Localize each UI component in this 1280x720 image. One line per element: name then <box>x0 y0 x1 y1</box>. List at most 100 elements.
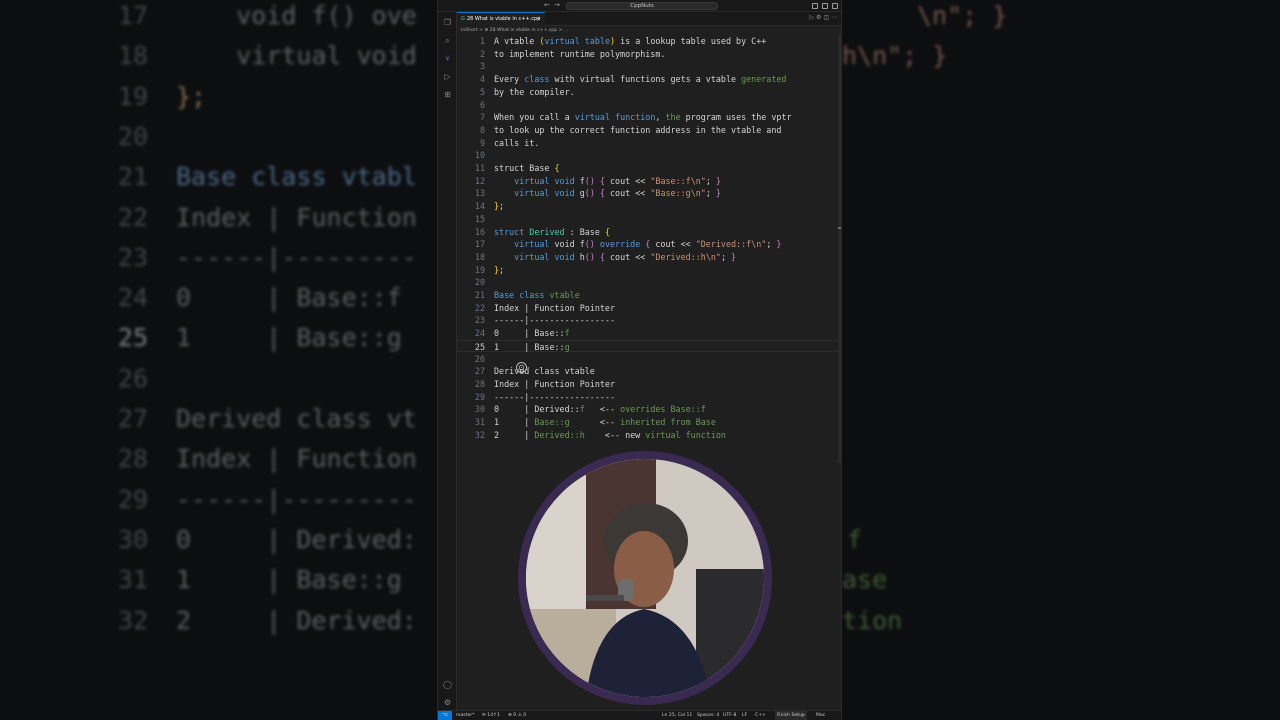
tab-vtable-cpp[interactable]: G 28 What is vtable in c++.cpp × <box>457 12 545 26</box>
code-token: Base <box>494 290 520 300</box>
finish-setup-button[interactable]: Finish Setup <box>775 711 807 720</box>
account-icon[interactable]: ◯ <box>443 680 452 689</box>
background-code-text: Index | Function <box>176 444 417 474</box>
branch-status[interactable]: master* <box>456 711 475 720</box>
more-actions-icon[interactable]: ⋯ <box>831 14 839 21</box>
code-token: , <box>655 112 666 123</box>
code-line[interactable]: 9 calls it. <box>457 137 841 150</box>
eol-status[interactable]: LF <box>742 711 747 720</box>
code-line[interactable]: 17 virtual void f() override { cout << "… <box>457 238 841 251</box>
line-number: 29 <box>474 391 485 402</box>
code-text: When you call a virtual function, the pr… <box>494 111 792 124</box>
code-line[interactable]: 29 ------|----------------- <box>457 391 841 404</box>
code-line[interactable]: 2 to implement runtime polymorphism. <box>457 48 841 61</box>
code-line[interactable]: 4 Every class with virtual functions gets… <box>457 73 841 86</box>
toggle-panel-icon[interactable] <box>812 3 818 9</box>
cursor-position[interactable]: Ln 25, Col 11 <box>662 711 692 720</box>
remote-indicator[interactable]: ⌥ <box>438 711 452 720</box>
code-token: calls it. <box>494 137 540 148</box>
close-icon[interactable]: × <box>537 13 541 25</box>
code-line[interactable]: 23 ------|----------------- <box>457 314 841 327</box>
line-number: 16 <box>474 226 485 237</box>
code-line[interactable]: 1 A vtable (virtual table) is a lookup ta… <box>457 35 841 48</box>
background-code-fragment: \n"; } <box>917 1 1008 30</box>
code-line[interactable]: 20 <box>457 276 841 289</box>
code-line[interactable]: 7 When you call a virtual function, the p… <box>457 111 841 124</box>
code-line[interactable]: 28 Index | Function Pointer <box>457 378 841 391</box>
background-code-text: Index | Function <box>176 202 417 232</box>
code-line[interactable]: 18 virtual void h() { cout << "Derived::… <box>457 251 841 264</box>
code-line[interactable]: 11 struct Base { <box>457 162 841 175</box>
code-text: struct Base { <box>494 162 560 175</box>
code-line[interactable]: 22 Index | Function Pointer <box>457 302 841 315</box>
code-line[interactable]: 21 Base class vtable <box>457 289 841 302</box>
command-center-search[interactable]: CppNuts <box>566 2 718 10</box>
background-code-line: 26 <box>0 359 440 399</box>
code-line[interactable]: 30 0 | Derived::f <-- overrides Base::f <box>457 403 841 416</box>
background-line-number: 29 <box>117 484 148 514</box>
code-token: program uses the vptr <box>680 112 792 123</box>
line-number: 12 <box>474 175 485 186</box>
code-line[interactable]: 12 virtual void f() { cout << "Base::f\n… <box>457 175 841 188</box>
platform-status[interactable]: Mac <box>816 711 825 720</box>
layout-icon[interactable] <box>832 3 838 9</box>
code-token: <-- <box>569 417 621 427</box>
background-code-fragment: f <box>847 524 863 554</box>
background-code-line: 17 void f() ove <box>0 0 440 36</box>
code-token: Every <box>494 74 525 85</box>
breadcrumb[interactable]: InShort > ⊕ 28 What is vtable in c++.cpp… <box>457 26 841 35</box>
code-text: by the compiler. <box>494 86 575 99</box>
background-code-line: 20 <box>0 117 440 157</box>
indentation-status[interactable]: Spaces: 4 <box>697 711 719 720</box>
scrollbar[interactable] <box>838 35 841 463</box>
gear-icon[interactable]: ⚙ <box>443 698 452 707</box>
background-line-number: 23 <box>117 242 148 272</box>
code-text: struct Derived : Base { <box>494 226 610 239</box>
explorer-icon[interactable]: ❐ <box>443 18 452 27</box>
code-token: ; <box>720 251 732 262</box>
code-token: A vtable <box>494 36 540 46</box>
code-line[interactable]: 24 0 | Base::f <box>457 327 841 340</box>
background-line-number: 20 <box>117 121 148 151</box>
code-line[interactable]: 3 <box>457 60 841 73</box>
code-line[interactable]: 27 Derived class vtable <box>457 365 841 378</box>
code-line[interactable]: 31 1 | Base::g <-- inherited from Base <box>457 416 841 429</box>
code-line[interactable]: 13 virtual void g() { cout << "Base::g\n… <box>457 187 841 200</box>
encoding-status[interactable]: UTF-8 <box>723 711 736 720</box>
code-token: class <box>524 74 550 85</box>
code-line[interactable]: 15 <box>457 213 841 226</box>
extensions-icon[interactable]: ⊞ <box>443 90 452 99</box>
code-line[interactable]: 32 2 | Derived::h <-- new virtual functio… <box>457 429 841 442</box>
source-control-icon[interactable]: ⑂ <box>443 54 452 63</box>
background-line-number: 21 <box>117 162 148 192</box>
code-token: function <box>615 112 656 123</box>
code-line[interactable]: 14}; <box>457 200 841 213</box>
sync-status[interactable]: ⟳ 14↑1 <box>482 711 500 720</box>
code-token: { <box>554 163 560 173</box>
run-debug-icon[interactable]: ▷ <box>443 72 452 81</box>
code-line[interactable]: 5 by the compiler. <box>457 86 841 99</box>
search-icon[interactable]: ⌕ <box>443 36 452 45</box>
back-button[interactable]: ← <box>544 1 550 9</box>
code-line[interactable]: 10 <box>457 149 841 162</box>
code-token: to look up the correct function address … <box>494 124 782 135</box>
code-line[interactable]: 25 1 | Base::g <box>457 339 841 353</box>
code-line[interactable]: 16 struct Derived : Base { <box>457 226 841 239</box>
code-line[interactable]: 8 to look up the correct function address… <box>457 124 841 137</box>
code-token: virtual void <box>514 251 575 262</box>
toggle-sidebar-icon[interactable] <box>822 3 828 9</box>
language-mode[interactable]: C++ <box>755 711 766 720</box>
run-icon[interactable]: ▷ <box>809 14 816 21</box>
code-line[interactable]: 26 <box>457 353 841 366</box>
background-code-text: ------|--------- <box>176 242 417 272</box>
split-editor-icon[interactable]: ◫ <box>823 14 831 21</box>
code-line[interactable]: 6 <box>457 99 841 112</box>
background-code-line: 28 Index | Function <box>0 439 440 479</box>
forward-button[interactable]: → <box>554 1 560 9</box>
code-line[interactable]: 19}; <box>457 264 841 277</box>
code-token: } <box>731 251 737 262</box>
problems-status[interactable]: ⊗ 0 ⚠ 0 <box>508 711 526 720</box>
background-code-text: virtual void <box>176 41 417 71</box>
background-code-fragment: tion <box>842 605 903 635</box>
